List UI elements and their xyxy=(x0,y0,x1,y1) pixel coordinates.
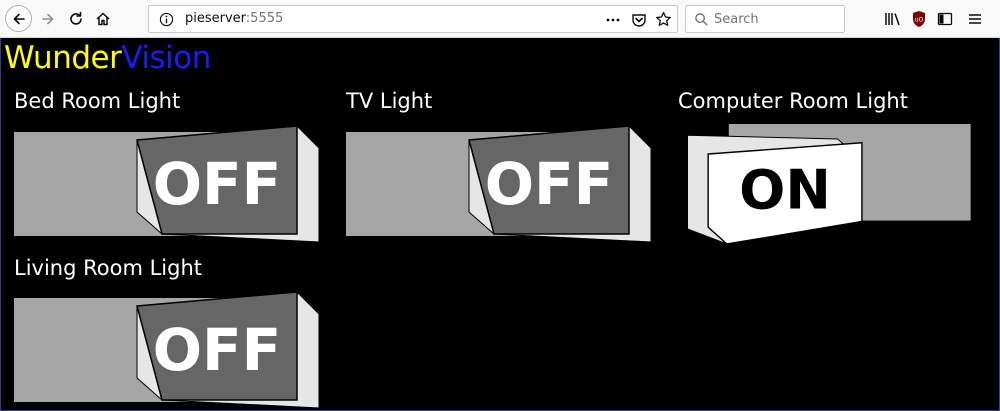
reload-button[interactable] xyxy=(64,5,88,32)
home-button[interactable] xyxy=(91,5,115,32)
switch-state-text: OFF xyxy=(485,150,614,218)
switch-state-text: ON xyxy=(739,158,831,221)
library-icon xyxy=(885,13,900,26)
back-button[interactable] xyxy=(5,5,32,32)
forward-button[interactable] xyxy=(36,5,60,32)
back-arrow-icon xyxy=(13,13,25,24)
search-bar[interactable]: Search xyxy=(685,5,845,33)
light-label-living-room: Living Room Light xyxy=(14,256,202,280)
sidebar-button[interactable] xyxy=(935,9,955,29)
ublock-button[interactable]: uO xyxy=(909,9,929,29)
ublock-icon: uO xyxy=(913,11,925,27)
url-text: pieserver:5555 xyxy=(185,11,283,26)
search-placeholder: Search xyxy=(714,12,759,27)
home-icon xyxy=(96,12,110,25)
url-bar[interactable]: pieserver:5555 xyxy=(148,5,678,33)
light-switch-bed-room[interactable]: OFF xyxy=(14,124,319,244)
light-switch-computer-room[interactable]: ON xyxy=(678,124,983,244)
url-host: pieserver xyxy=(185,11,246,26)
light-switch-living-room[interactable]: OFF xyxy=(14,290,319,410)
svg-text:uO: uO xyxy=(915,17,924,24)
menu-icon xyxy=(969,14,981,24)
switch-state-text: OFF xyxy=(153,316,282,384)
light-label-bed-room: Bed Room Light xyxy=(14,89,181,113)
url-port: :5555 xyxy=(245,11,284,26)
more-icon[interactable] xyxy=(605,12,621,28)
library-button[interactable] xyxy=(883,9,903,29)
search-icon xyxy=(695,13,708,26)
light-label-computer-room: Computer Room Light xyxy=(678,89,908,113)
light-label-tv: TV Light xyxy=(346,89,433,113)
menu-button[interactable] xyxy=(965,9,985,29)
info-icon xyxy=(159,12,174,27)
light-switch-tv[interactable]: OFF xyxy=(346,124,651,244)
reload-icon xyxy=(70,11,82,25)
sidebar-icon xyxy=(937,12,953,26)
logo-vision: Vision xyxy=(121,40,211,76)
forward-arrow-icon xyxy=(42,13,54,24)
app-logo: WunderVision xyxy=(4,40,211,76)
browser-toolbar: pieserver:5555 Search uO xyxy=(0,0,1000,38)
logo-wunder: Wunder xyxy=(4,40,122,76)
switch-state-text: OFF xyxy=(153,150,282,218)
bookmark-star-icon[interactable] xyxy=(655,11,672,28)
pocket-icon[interactable] xyxy=(631,12,647,28)
